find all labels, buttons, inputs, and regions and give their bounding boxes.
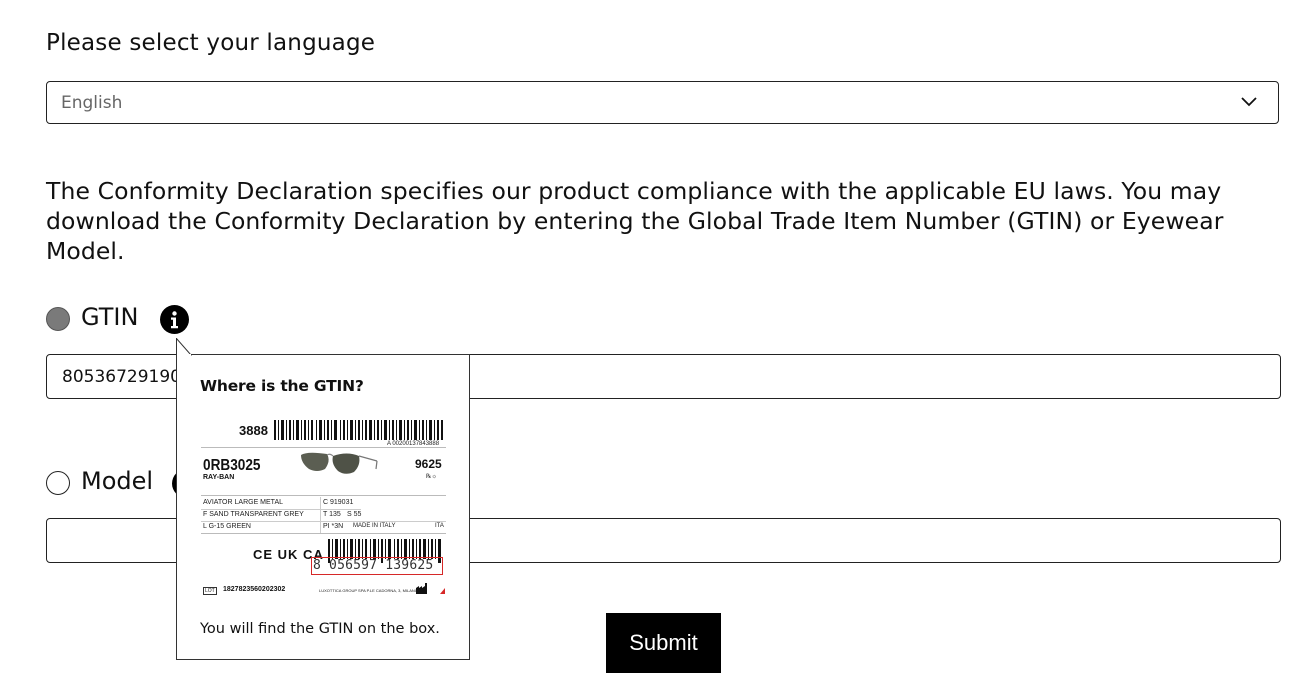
product-label-image: 3888 A 00200137843888 0RB3025 RAY-BAN 96… (201, 413, 451, 603)
label-row3-ita: ITA (435, 523, 444, 529)
label-lot-number: 1827823560202302 (223, 586, 286, 593)
label-row3-pi: PI *3N (323, 523, 344, 530)
label-row-line (201, 509, 361, 510)
label-rx-mark: ℞☼ (426, 474, 437, 480)
gtin-info-icon[interactable] (160, 305, 189, 334)
label-row2-t: T 135 (323, 511, 341, 518)
label-row2-left: F SAND TRANSPARENT GREY (203, 511, 304, 518)
tooltip-arrow (176, 338, 193, 356)
label-row3-made: MADE IN ITALY (353, 523, 396, 529)
gtin-input-value: 805367291908 (62, 367, 192, 387)
label-code-top: 3888 (239, 423, 268, 438)
label-gtin-digits: 8 056597 139625 (313, 558, 434, 573)
label-row1-c: C 919031 (323, 499, 354, 506)
language-select[interactable]: English (46, 81, 1279, 124)
label-brand: RAY-BAN (203, 474, 235, 481)
label-table-top-line (201, 495, 446, 496)
submit-button[interactable]: Submit (606, 613, 721, 673)
label-row3-left: L G-15 GREEN (203, 523, 251, 530)
label-table-bottom-line (201, 533, 446, 534)
language-selected-value: English (61, 93, 123, 113)
tooltip-title: Where is the GTIN? (200, 377, 364, 395)
label-number-right: 9625 (415, 457, 442, 471)
label-manufacturer: LUXOTTICA GROUP SPA P.LE CADORNA, 3, MIL… (319, 588, 427, 593)
label-row1-left: AVIATOR LARGE METAL (203, 499, 284, 506)
label-row-line-2 (201, 521, 446, 522)
gtin-radio[interactable] (46, 307, 70, 331)
tooltip-hint: You will find the GTIN on the box. (200, 621, 440, 637)
top-barcode (274, 420, 443, 440)
intro-text: The Conformity Declaration specifies our… (46, 177, 1224, 265)
factory-and-warning-icon (416, 583, 445, 594)
chevron-down-icon (1241, 97, 1257, 107)
label-row2-s: S 55 (347, 511, 362, 518)
sunglasses-image (301, 452, 378, 474)
label-lot-badge: LOT (203, 587, 217, 595)
gtin-option-label[interactable]: GTIN (81, 303, 138, 331)
model-option-label[interactable]: Model (81, 467, 153, 495)
label-model: 0RB3025 (203, 457, 261, 474)
info-icon (171, 311, 178, 329)
gtin-tooltip: Where is the GTIN? 3888 A 00200137843888… (176, 354, 470, 660)
language-label: Please select your language (46, 30, 376, 56)
model-radio[interactable] (46, 471, 70, 495)
label-col-line (320, 497, 321, 533)
